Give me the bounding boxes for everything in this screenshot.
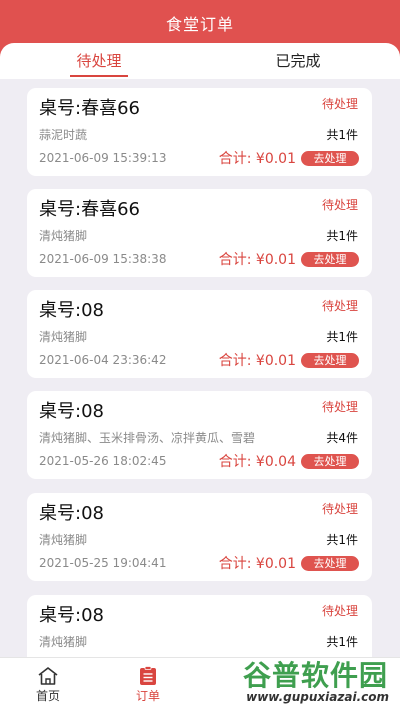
nav-orders-label: 订单	[135, 689, 160, 703]
status-badge: 待处理	[321, 198, 358, 212]
order-total: 合计: ¥0.01	[218, 252, 296, 268]
table-name: 桌号:08	[39, 300, 104, 321]
item-count: 共1件	[326, 128, 358, 142]
order-time: 2021-05-26 18:02:45	[39, 454, 167, 468]
table-name: 桌号:春喜66	[39, 98, 140, 119]
process-button[interactable]: 去处理	[301, 454, 359, 469]
order-total: 合计: ¥0.01	[218, 151, 296, 167]
item-count: 共1件	[326, 330, 358, 344]
item-count: 共1件	[326, 635, 358, 649]
dish-list: 清炖猪脚	[39, 533, 88, 547]
nav-home[interactable]: 首页	[18, 658, 78, 711]
order-total: 合计: ¥0.01	[218, 556, 296, 572]
order-total: 合计: ¥0.01	[218, 353, 296, 369]
status-badge: 待处理	[321, 97, 358, 111]
dish-list: 清炖猪脚、玉米排骨汤、凉拌黄瓜、雪碧	[39, 431, 256, 445]
dish-list: 清炖猪脚	[39, 635, 88, 649]
order-card[interactable]: 桌号:春喜66 待处理 蒜泥时蔬 共1件 2021-06-09 15:39:13…	[27, 88, 372, 176]
order-list[interactable]: 桌号:春喜66 待处理 蒜泥时蔬 共1件 2021-06-09 15:39:13…	[0, 79, 400, 657]
item-count: 共1件	[326, 229, 358, 243]
dish-list: 清炖猪脚	[39, 330, 88, 344]
item-count: 共1件	[326, 533, 358, 547]
order-card[interactable]: 桌号:08 待处理 清炖猪脚 共1件	[27, 595, 372, 657]
active-tab-indicator	[70, 75, 128, 77]
order-card[interactable]: 桌号:08 待处理 清炖猪脚 共1件 2021-06-04 23:36:42 合…	[27, 290, 372, 378]
process-button[interactable]: 去处理	[301, 556, 359, 571]
dish-list: 蒜泥时蔬	[39, 128, 88, 142]
table-name: 桌号:08	[39, 605, 104, 626]
order-card[interactable]: 桌号:春喜66 待处理 清炖猪脚 共1件 2021-06-09 15:38:38…	[27, 189, 372, 277]
status-badge: 待处理	[321, 604, 358, 618]
watermark-brand: 谷普软件园	[242, 659, 388, 692]
order-time: 2021-06-09 15:39:13	[39, 151, 167, 165]
watermark-url: www.gupuxiazai.com	[243, 690, 392, 704]
process-button[interactable]: 去处理	[301, 353, 359, 368]
tab-pending-label: 待处理	[76, 52, 122, 70]
order-time: 2021-05-25 19:04:41	[39, 556, 167, 570]
order-card[interactable]: 桌号:08 待处理 清炖猪脚 共1件 2021-05-25 19:04:41 合…	[27, 493, 372, 581]
order-time: 2021-06-04 23:36:42	[39, 353, 167, 367]
status-badge: 待处理	[321, 502, 358, 516]
tab-done[interactable]: 已完成	[258, 43, 338, 79]
tab-pending[interactable]: 待处理	[60, 43, 138, 79]
table-name: 桌号:08	[39, 503, 104, 524]
table-name: 桌号:08	[39, 401, 104, 422]
item-count: 共4件	[326, 431, 358, 445]
nav-home-label: 首页	[35, 689, 60, 703]
site-watermark: 谷普软件园 www.gupuxiazai.com	[220, 652, 396, 708]
process-button[interactable]: 去处理	[301, 252, 359, 267]
order-tabs: 待处理 已完成	[0, 43, 400, 79]
status-badge: 待处理	[321, 299, 358, 313]
dish-list: 清炖猪脚	[39, 229, 88, 243]
table-name: 桌号:春喜66	[39, 199, 140, 220]
status-badge: 待处理	[321, 400, 358, 414]
nav-orders[interactable]: 订单	[118, 658, 178, 711]
order-card[interactable]: 桌号:08 待处理 清炖猪脚、玉米排骨汤、凉拌黄瓜、雪碧 共4件 2021-05…	[27, 391, 372, 479]
order-total: 合计: ¥0.04	[218, 454, 296, 470]
page-title: 食堂订单	[165, 15, 234, 34]
home-icon	[38, 667, 58, 685]
order-list-icon	[140, 666, 156, 685]
tab-done-label: 已完成	[275, 52, 321, 70]
process-button[interactable]: 去处理	[301, 151, 359, 166]
order-time: 2021-06-09 15:38:38	[39, 252, 167, 266]
